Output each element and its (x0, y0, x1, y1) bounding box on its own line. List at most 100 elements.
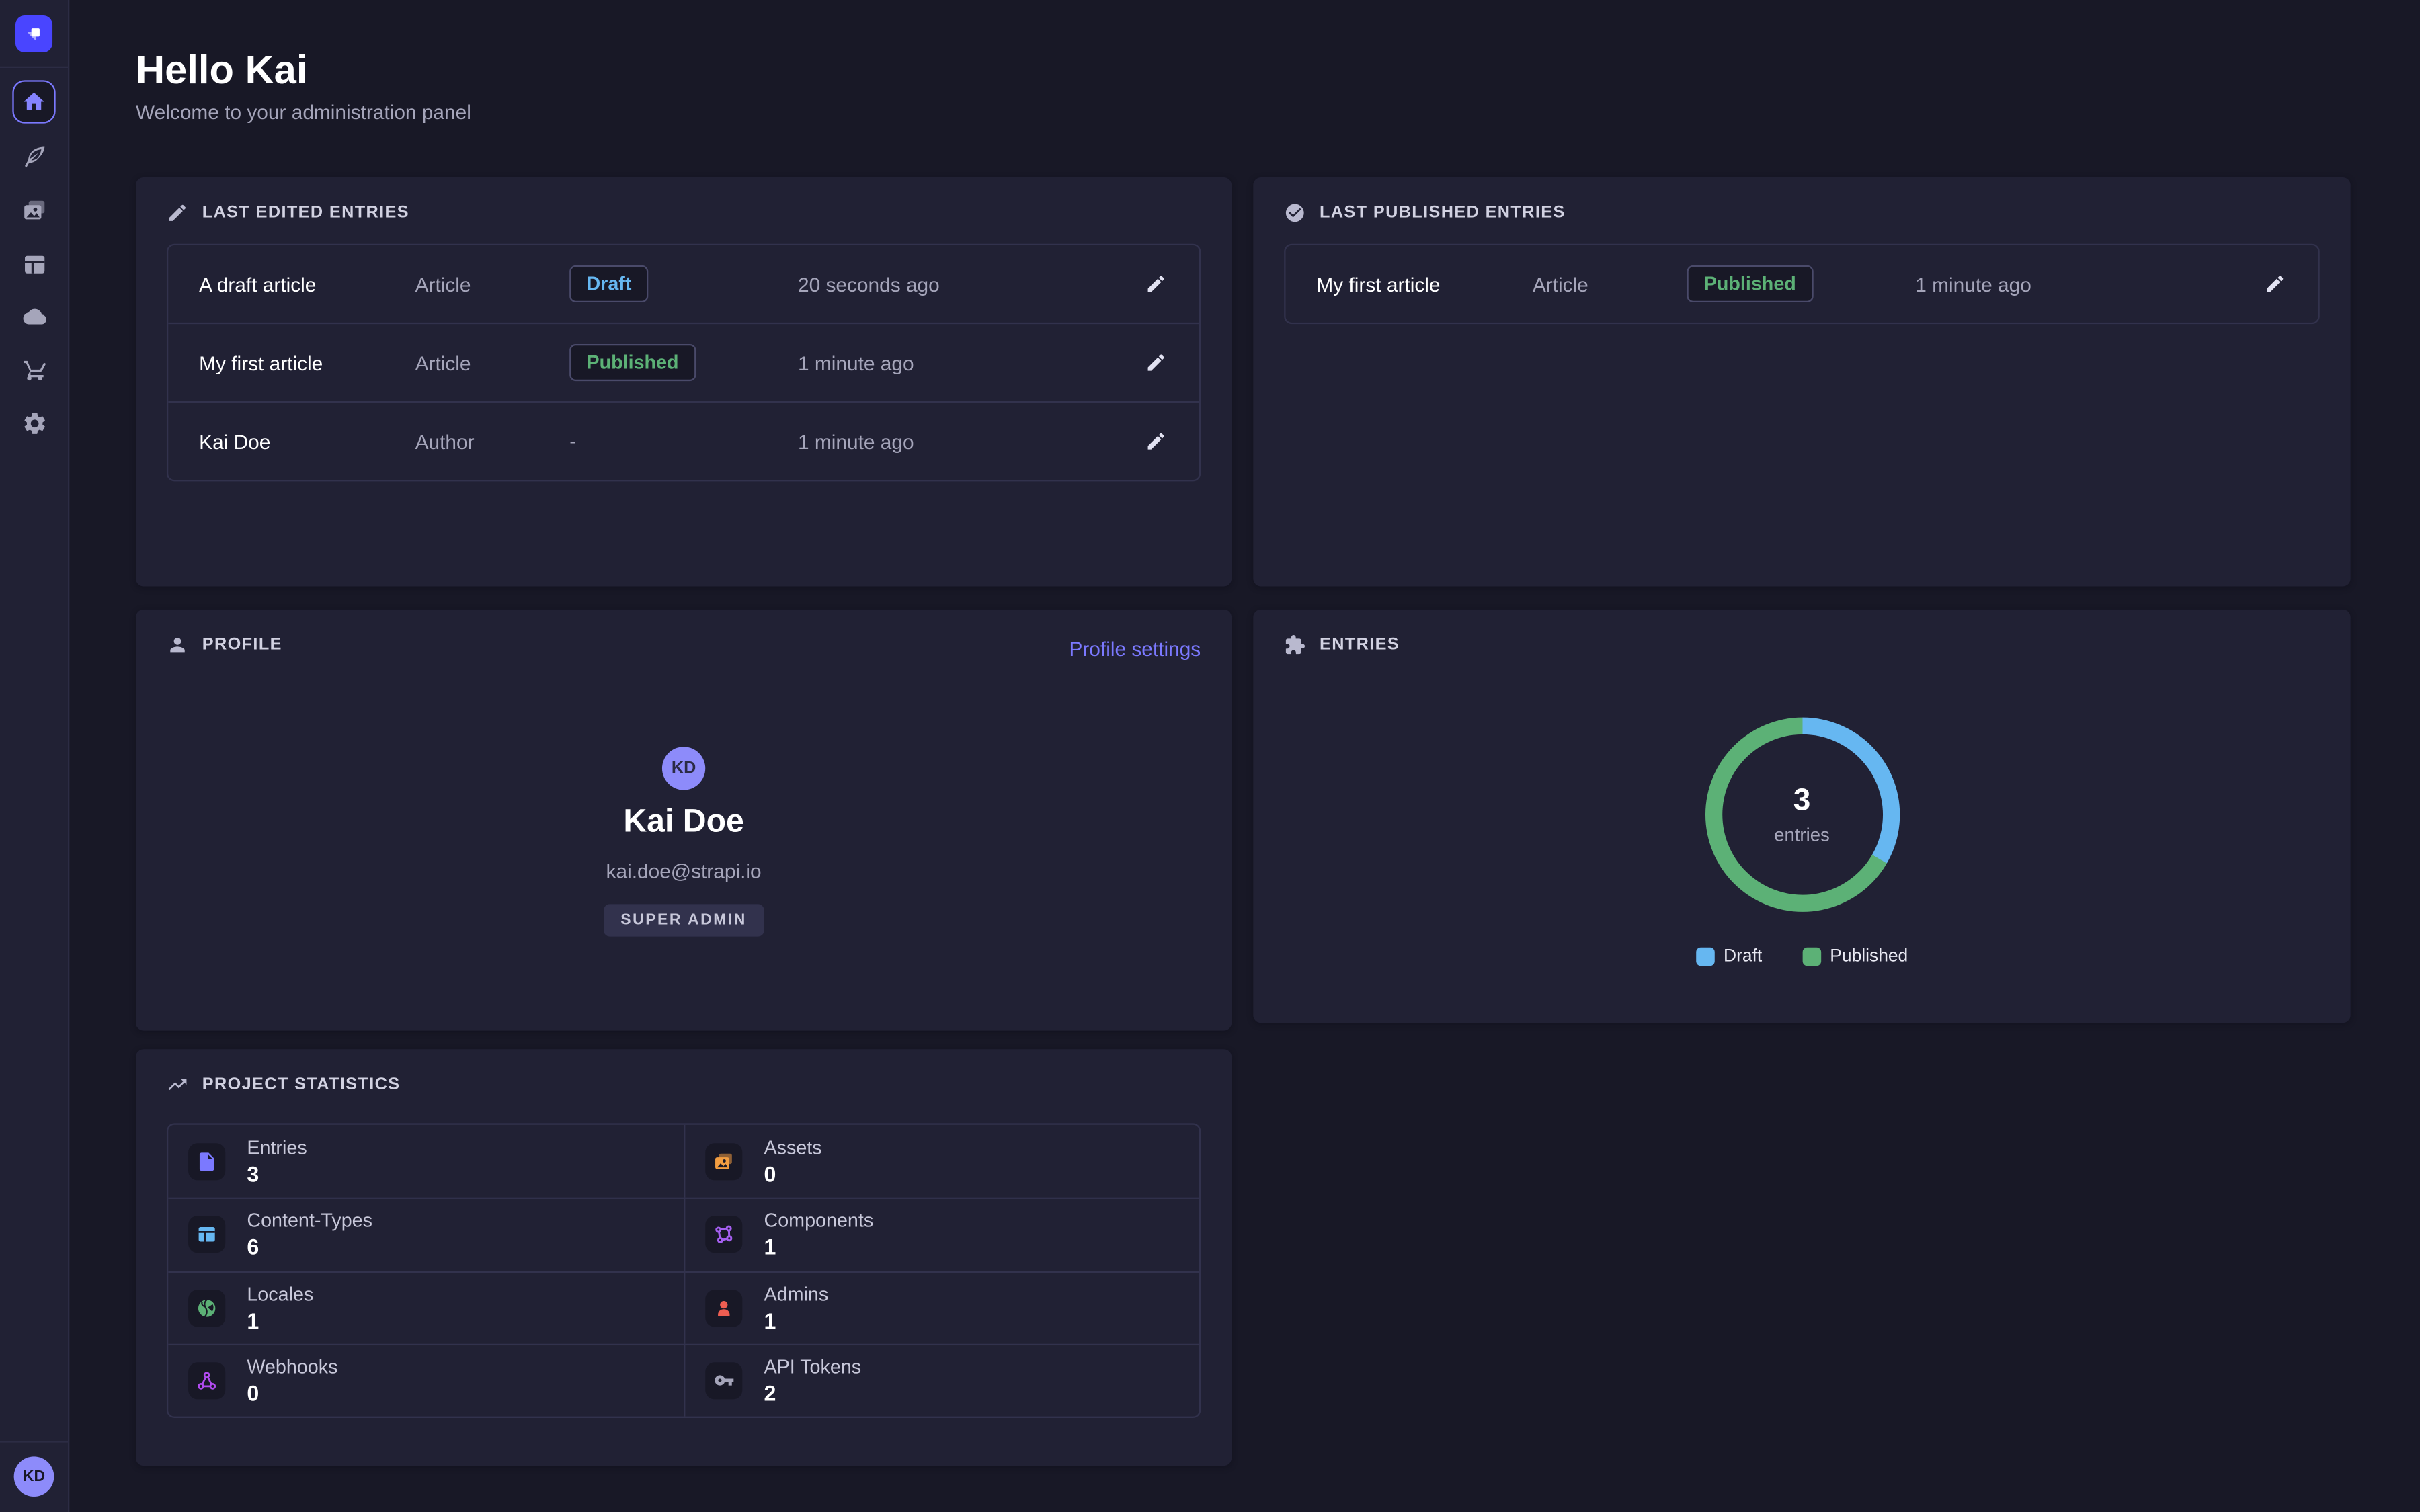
draft-swatch (1696, 948, 1715, 966)
card-title: LAST EDITED ENTRIES (202, 204, 409, 222)
sidebar-item-marketplace[interactable] (20, 355, 48, 382)
legend-item-published: Published (1802, 948, 1908, 966)
trending-up-icon (167, 1074, 188, 1095)
sidebar-user-avatar[interactable]: KD (14, 1456, 54, 1497)
page-title: Hello Kai (136, 46, 307, 94)
profile-email: kai.doe@strapi.io (136, 859, 1232, 882)
puzzle-icon (1284, 634, 1305, 656)
profile-header: PROFILE (167, 634, 1201, 656)
component-icon (713, 1224, 735, 1246)
stat-label: Assets (764, 1136, 821, 1158)
stat-icon-tile (705, 1142, 742, 1179)
sidebar-divider (0, 67, 68, 68)
person-icon (713, 1297, 735, 1318)
legend-label: Draft (1724, 948, 1762, 966)
stat-value: 2 (764, 1381, 861, 1406)
entries-donut: 3 entries (1705, 718, 1899, 912)
entry-time: 1 minute ago (1915, 272, 2232, 295)
sidebar-item-cloud[interactable] (20, 302, 48, 330)
check-circle-icon (1284, 202, 1305, 224)
stat-label: Webhooks (247, 1356, 337, 1378)
last-published-entries-card: LAST PUBLISHED ENTRIES My first article … (1253, 177, 2350, 586)
last-edited-header: LAST EDITED ENTRIES (167, 202, 1201, 224)
table-row[interactable]: My first article Article Published 1 min… (168, 323, 1199, 401)
layout-icon (196, 1224, 218, 1246)
table-row[interactable]: My first article Article Published 1 min… (1285, 245, 2318, 323)
edit-entry-button[interactable] (1139, 345, 1173, 380)
home-icon (22, 89, 46, 114)
entries-count: 3 (1793, 784, 1811, 819)
stat-icon-tile (188, 1216, 225, 1253)
entries-header: ENTRIES (1284, 634, 2320, 656)
stat-icon-tile (188, 1290, 225, 1327)
stats-grid: Entries 3 Assets 0 (167, 1123, 1201, 1418)
stat-value: 0 (764, 1161, 821, 1186)
file-icon (196, 1150, 218, 1172)
stat-value: 1 (764, 1235, 873, 1260)
entries-card: ENTRIES 3 entries Draft Published (1253, 610, 2350, 1023)
stat-assets: Assets 0 (684, 1125, 1199, 1198)
stat-icon-tile (705, 1290, 742, 1327)
last-edited-table: A draft article Article Draft 20 seconds… (167, 244, 1201, 482)
stat-label: Entries (247, 1136, 307, 1158)
last-published-table: My first article Article Published 1 min… (1284, 244, 2320, 324)
sidebar-item-home[interactable] (12, 80, 55, 123)
legend-item-draft: Draft (1696, 948, 1763, 966)
stat-value: 0 (247, 1381, 337, 1406)
profile-avatar: KD (662, 747, 705, 790)
stat-content-types: Content-Types 6 (168, 1198, 684, 1270)
stat-value: 1 (764, 1308, 828, 1333)
status-badge: Draft (569, 265, 648, 302)
stat-components: Components 1 (684, 1198, 1199, 1270)
edit-entry-button[interactable] (1139, 424, 1173, 458)
stat-label: Locales (247, 1283, 313, 1304)
entry-type: Article (415, 351, 570, 374)
user-icon (167, 634, 188, 656)
stat-label: Content-Types (247, 1210, 372, 1232)
layout-icon (21, 251, 47, 277)
images-icon (713, 1150, 735, 1172)
project-statistics-header: PROJECT STATISTICS (167, 1074, 1201, 1095)
strapi-logo[interactable] (15, 15, 52, 52)
sidebar-item-media-library[interactable] (20, 196, 48, 224)
stat-value: 3 (247, 1161, 307, 1186)
table-row[interactable]: Kai Doe Author - 1 minute ago (168, 401, 1199, 480)
status-badge: Published (1687, 265, 1813, 302)
sidebar-user-initials: KD (23, 1468, 45, 1485)
entry-time: 1 minute ago (798, 351, 1113, 374)
sidebar-item-settings[interactable] (20, 409, 48, 436)
status-empty: - (569, 429, 576, 452)
webhook-icon (196, 1370, 218, 1391)
sidebar-item-content-manager[interactable] (20, 142, 48, 169)
profile-name: Kai Doe (136, 804, 1232, 841)
key-icon (713, 1370, 735, 1391)
stat-webhooks: Webhooks 0 (168, 1343, 684, 1416)
strapi-admin-dashboard: KD Hello Kai Welcome to your administrat… (0, 0, 2420, 1512)
stat-icon-tile (705, 1362, 742, 1399)
strapi-logo-icon (22, 22, 46, 46)
entry-time: 1 minute ago (798, 429, 1113, 452)
profile-settings-link[interactable]: Profile settings (1069, 637, 1201, 660)
profile-card: PROFILE Profile settings KD Kai Doe kai.… (136, 610, 1232, 1031)
card-title: ENTRIES (1320, 636, 1400, 655)
cart-icon (21, 355, 47, 382)
pencil-icon (167, 202, 188, 224)
stat-admins: Admins 1 (684, 1271, 1199, 1343)
entry-type: Author (415, 429, 570, 452)
edit-entry-button[interactable] (1139, 267, 1173, 301)
last-edited-entries-card: LAST EDITED ENTRIES A draft article Arti… (136, 177, 1232, 586)
edit-entry-button[interactable] (2258, 267, 2292, 301)
entry-type: Article (415, 272, 570, 295)
page-subtitle: Welcome to your administration panel (136, 100, 471, 123)
sidebar-item-content-type-builder[interactable] (20, 250, 48, 278)
profile-initials: KD (672, 759, 696, 778)
images-icon (21, 197, 47, 223)
pencil-icon (1145, 273, 1167, 294)
table-row[interactable]: A draft article Article Draft 20 seconds… (168, 245, 1199, 323)
donut-center: 3 entries (1705, 718, 1899, 912)
entries-count-label: entries (1774, 824, 1830, 845)
card-title: LAST PUBLISHED ENTRIES (1320, 204, 1566, 222)
role-badge: SUPER ADMIN (604, 904, 764, 936)
stat-entries: Entries 3 (168, 1125, 684, 1198)
card-title: PROFILE (202, 636, 282, 655)
